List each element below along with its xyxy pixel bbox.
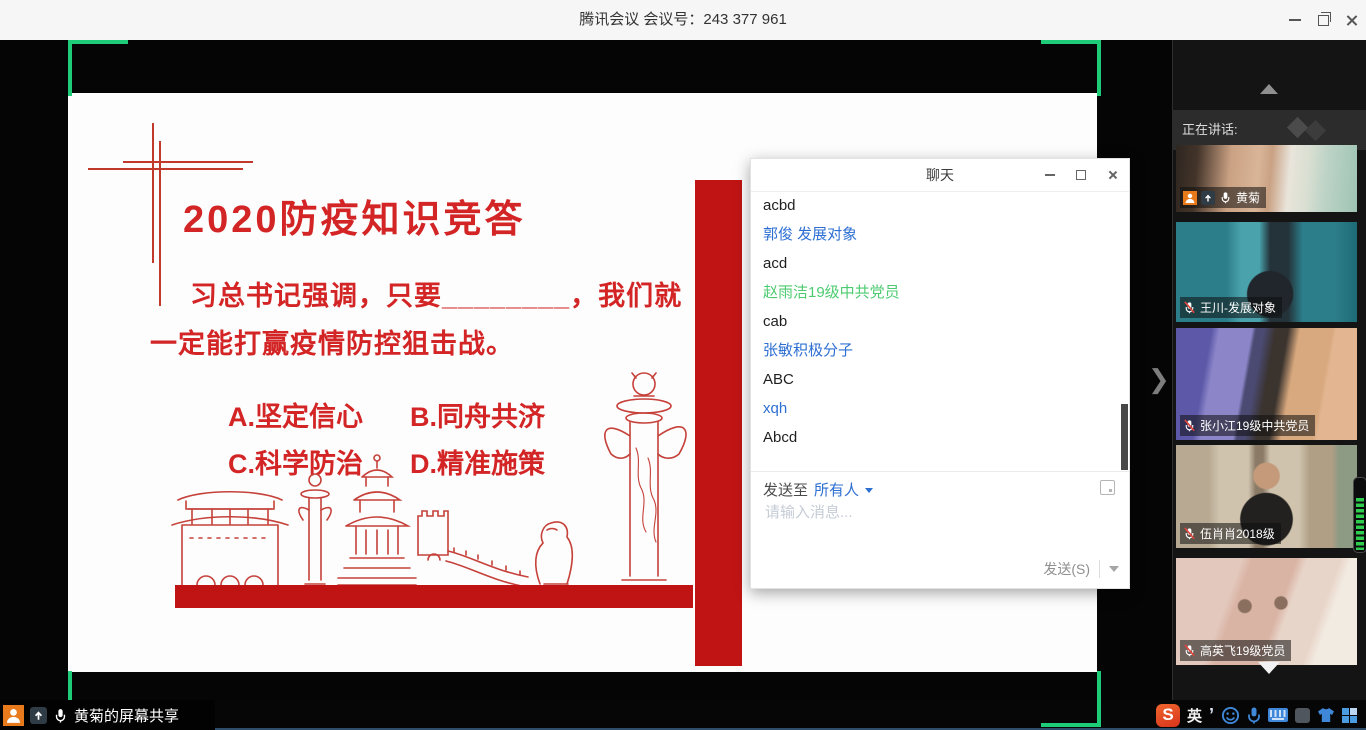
emoji-icon[interactable] — [1221, 706, 1240, 725]
send-button[interactable]: 发送(S) — [1043, 559, 1090, 579]
meeting-title: 腾讯会议 会议号：243 377 961 — [0, 0, 1366, 40]
quiz-question-line2: 一定能打赢疫情防控狙击战。 — [150, 322, 514, 361]
capture-corner-top-left — [68, 40, 128, 96]
chat-divider — [751, 471, 1129, 472]
ime-toolbox-icon[interactable] — [1342, 708, 1357, 723]
share-label: 黄菊的屏幕共享 — [74, 705, 179, 726]
speaking-label: 正在讲话: — [1182, 110, 1238, 150]
divider — [1099, 560, 1100, 578]
chat-sender[interactable]: xqh — [763, 400, 1093, 418]
send-to-value: 所有人 — [814, 479, 859, 500]
muted-mic-icon — [1183, 527, 1196, 540]
participant-video-wangchuan[interactable]: 王川-发展对象 — [1176, 222, 1357, 322]
screenshot-icon[interactable] — [1100, 480, 1115, 495]
speaking-panel: 正在讲话: — [1172, 110, 1366, 150]
chat-sender[interactable]: 赵雨洁19级中共党员 — [763, 284, 1093, 302]
screen: { "window": { "title": "腾讯会议 会议号：243 377… — [0, 0, 1366, 730]
chat-message: acbd — [763, 197, 1093, 215]
maximize-icon — [1076, 170, 1086, 180]
ime-language-toggle[interactable]: 英 — [1187, 705, 1202, 726]
skin-tshirt-icon[interactable] — [1317, 707, 1335, 723]
participant-label: 黄菊 — [1180, 187, 1266, 208]
chat-sender[interactable]: 张敏积极分子 — [763, 342, 1093, 360]
scroll-up-arrow[interactable] — [1172, 84, 1366, 94]
screen-share-icon — [1201, 191, 1215, 205]
restore-icon — [1318, 15, 1329, 26]
muted-mic-icon — [1183, 419, 1196, 432]
participant-name: 王川-发展对象 — [1200, 299, 1276, 316]
chat-titlebar[interactable]: 聊天 — [751, 159, 1129, 192]
quiz-question-line1: 习总书记强调，只要________，我们就 — [190, 274, 682, 313]
chat-message: ABC — [763, 371, 1093, 389]
participant-video-huangju[interactable]: 黄菊 — [1176, 145, 1357, 212]
participant-name: 黄菊 — [1236, 189, 1260, 206]
participant-video-gaoyingfei[interactable]: 高英飞19级党员 — [1176, 558, 1357, 665]
presenter-icon — [3, 705, 24, 726]
triangle-down-icon — [1258, 662, 1280, 674]
participant-name: 张小江19级中共党员 — [1200, 417, 1309, 434]
meeting-logo-icon — [1305, 120, 1326, 141]
send-options-chevron-icon[interactable] — [1109, 566, 1119, 572]
meeting-logo-icon — [1287, 117, 1308, 138]
muted-mic-icon — [1183, 644, 1196, 657]
chat-message: acd — [763, 255, 1093, 273]
chat-maximize-button[interactable] — [1074, 168, 1088, 182]
scroll-down-arrow[interactable] — [1172, 662, 1366, 674]
sogou-logo-icon[interactable]: S — [1156, 704, 1180, 727]
chevron-down-icon — [865, 488, 873, 493]
ime-tool-icon[interactable] — [1295, 708, 1310, 723]
slide-title: 2020防疫知识竞答 — [183, 188, 526, 243]
muted-mic-icon — [1183, 301, 1196, 314]
screen-share-indicator[interactable]: 黄菊的屏幕共享 — [0, 700, 215, 730]
minimize-icon — [1045, 174, 1055, 176]
chat-scrollbar[interactable] — [1121, 404, 1128, 470]
decorative-cross-line — [159, 141, 161, 306]
chat-minimize-button[interactable] — [1043, 168, 1057, 182]
chat-close-button[interactable] — [1105, 168, 1119, 182]
presenter-icon — [1183, 191, 1197, 205]
virtual-keyboard-icon[interactable] — [1268, 708, 1288, 722]
ime-toolbar: S 英 ’ — [1156, 700, 1357, 730]
participant-label: 王川-发展对象 — [1180, 297, 1282, 318]
participant-name: 高英飞19级党员 — [1200, 642, 1285, 659]
close-icon — [1345, 14, 1358, 27]
chat-message-list: acbd 郭俊 发展对象 acd 赵雨洁19级中共党员 cab 张敏积极分子 A… — [763, 197, 1093, 458]
participant-video-wuxiaoxiao[interactable]: 伍肖肖2018级 — [1176, 445, 1357, 548]
chat-window: 聊天 acbd 郭俊 发展对象 acd 赵雨洁19级中共党员 cab 张敏积极分… — [750, 158, 1130, 589]
audio-level-meter — [1353, 477, 1366, 553]
window-minimize-button[interactable] — [1280, 0, 1310, 40]
capture-corner-top-right — [1041, 40, 1101, 96]
participant-video-zhangxiaojiang[interactable]: 张小江19级中共党员 — [1176, 328, 1357, 440]
message-input[interactable] — [763, 503, 1097, 522]
participant-label: 张小江19级中共党员 — [1180, 415, 1315, 436]
screen-share-icon — [30, 707, 47, 724]
participant-label: 高英飞19级党员 — [1180, 640, 1291, 661]
audio-level-fill — [1356, 498, 1364, 550]
decorative-cross-line — [123, 161, 253, 163]
minimize-icon — [1289, 19, 1301, 21]
chat-message: cab — [763, 313, 1093, 331]
slide-red-banner — [695, 180, 742, 666]
chat-sender[interactable]: 郭俊 发展对象 — [763, 226, 1093, 244]
window-restore-button[interactable] — [1308, 0, 1338, 40]
mic-on-icon — [1219, 191, 1232, 204]
send-to-selector[interactable]: 发送至 所有人 — [763, 479, 873, 500]
beijing-landmarks-illustration — [170, 358, 710, 590]
window-close-button[interactable] — [1336, 0, 1366, 40]
close-icon — [1107, 170, 1117, 180]
mic-on-icon — [53, 708, 68, 723]
participant-label: 伍肖肖2018级 — [1180, 523, 1281, 544]
capture-corner-bottom-right — [1041, 671, 1101, 727]
app-titlebar: 腾讯会议 会议号：243 377 961 — [0, 0, 1366, 41]
participant-name: 伍肖肖2018级 — [1200, 525, 1275, 542]
sidebar-collapse-chevron[interactable]: ❯ — [1148, 364, 1170, 395]
decorative-cross-line — [152, 123, 154, 263]
slide-red-bar — [175, 585, 693, 608]
triangle-up-icon — [1260, 84, 1278, 94]
send-to-label: 发送至 — [763, 479, 808, 500]
voice-input-mic-icon[interactable] — [1247, 707, 1261, 724]
chat-message: Abcd — [763, 429, 1093, 447]
ime-punctuation-toggle[interactable]: ’ — [1209, 710, 1214, 720]
decorative-cross-line — [88, 168, 243, 170]
